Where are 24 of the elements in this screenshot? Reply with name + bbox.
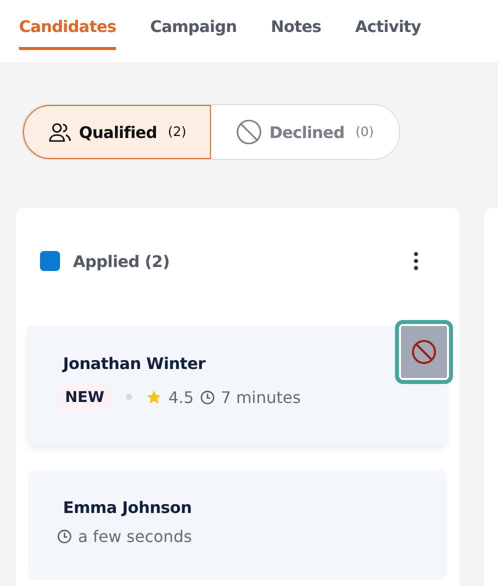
clock-icon — [200, 390, 215, 404]
column-title: Applied (2) — [73, 252, 170, 270]
people-icon — [48, 120, 72, 144]
candidate-name: Emma Johnson — [63, 498, 193, 517]
candidate-card[interactable]: Emma Johnson a few seconds — [28, 470, 447, 580]
clock-icon — [57, 529, 72, 544]
prohibited-icon — [411, 339, 437, 365]
filter-button[interactable]: Declined (0) — [211, 105, 399, 159]
tab[interactable]: Notes — [270, 0, 322, 50]
filter-button[interactable]: Qualified (2) — [23, 105, 212, 159]
tab[interactable]: Campaign — [150, 0, 237, 50]
rating-value: 4.5 — [168, 388, 194, 406]
star-icon — [146, 389, 162, 405]
tab[interactable]: Activity — [355, 0, 421, 50]
more-icon[interactable] — [413, 251, 419, 271]
decline-button[interactable] — [395, 320, 453, 384]
candidate-card[interactable]: Jonathan Winter NEW 4.5 7 minutes — [28, 326, 447, 445]
time-ago: 7 minutes — [220, 388, 301, 406]
status-badge: NEW — [57, 383, 112, 411]
tab[interactable]: Candidates — [19, 0, 116, 50]
candidate-name: Jonathan Winter — [63, 354, 207, 373]
prohibited-icon — [236, 119, 262, 145]
separator-dot — [126, 394, 132, 400]
time-ago: a few seconds — [78, 527, 192, 546]
